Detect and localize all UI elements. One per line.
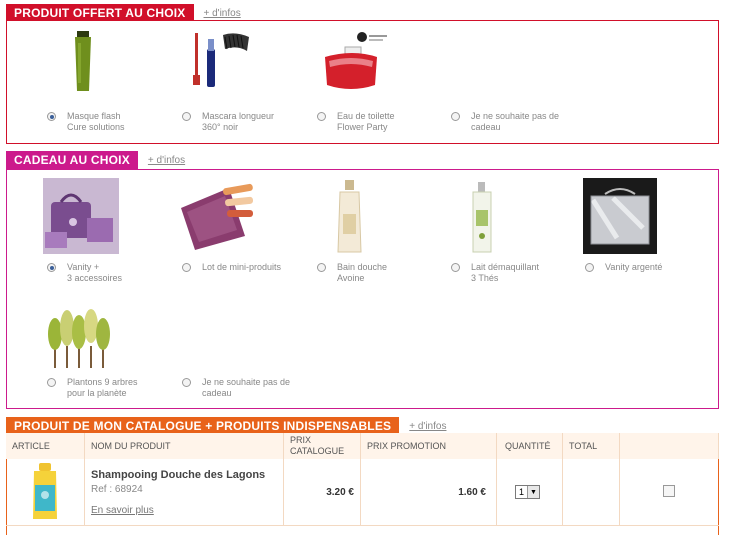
lait-demaquillant-image	[472, 182, 492, 253]
radio-mini-produits[interactable]	[182, 263, 191, 272]
option-label: Je ne souhaite pas de cadeau	[202, 377, 291, 398]
product-name: Shampooing Douche des Lagons	[91, 468, 266, 481]
more-info-link[interactable]: + d'infos	[204, 8, 241, 19]
panel-produit-offert: Masque flash Cure solutions Mascara long…	[6, 20, 719, 144]
option-label: Lait démaquillant 3 Thés	[471, 262, 540, 283]
more-details-link[interactable]: En savoir plus	[91, 505, 154, 516]
col-name: NOM DU PRODUIT	[84, 433, 284, 459]
option-label: Vanity argenté	[605, 262, 663, 272]
col-catalogue-price: PRIX CATALOGUE	[283, 433, 361, 459]
more-info-link[interactable]: + d'infos	[409, 421, 446, 432]
radio-lait-demaquillant[interactable]	[451, 263, 460, 272]
masque-flash-image	[75, 31, 91, 91]
radio-bain-douche[interactable]	[317, 263, 326, 272]
product-name-cell: Shampooing Douche des Lagons Ref : 68924…	[84, 459, 284, 526]
table-header-row: ARTICLE NOM DU PRODUIT PRIX CATALOGUE PR…	[6, 433, 719, 459]
option-label: Mascara longueur 360° noir	[202, 111, 275, 132]
section-title: CADEAU AU CHOIX	[6, 151, 138, 170]
more-info-link[interactable]: + d'infos	[148, 155, 185, 166]
table-row: Shampooing Douche des Lagons Ref : 68924…	[6, 459, 719, 526]
col-promo-price: PRIX PROMOTION	[360, 433, 497, 459]
quantity-value: 1	[519, 487, 525, 497]
radio-arbres[interactable]	[47, 378, 56, 387]
section-header-cadeau: CADEAU AU CHOIX + d'infos	[6, 151, 185, 170]
check-cell	[619, 459, 719, 526]
col-quantity: QUANTITÉ	[496, 433, 563, 459]
arbres-image	[48, 309, 110, 368]
chevron-down-icon[interactable]: ▼	[527, 486, 540, 498]
quantity-select[interactable]: 1 ▼	[515, 485, 541, 499]
vanity-argente-image	[583, 178, 657, 254]
product-ref: Ref : 68924	[91, 483, 143, 495]
catalogue-table: ARTICLE NOM DU PRODUIT PRIX CATALOGUE PR…	[6, 433, 719, 526]
quantity-cell: 1 ▼	[496, 459, 563, 526]
eau-de-toilette-image	[325, 32, 387, 89]
shampooing-image	[33, 463, 57, 519]
select-checkbox[interactable]	[663, 485, 676, 497]
col-article: ARTICLE	[6, 433, 85, 459]
option-label: Lot de mini-produits	[202, 262, 282, 272]
col-check	[619, 433, 719, 459]
radio-eau-de-toilette[interactable]	[317, 112, 326, 121]
mini-produits-image	[181, 183, 254, 250]
radio-mascara[interactable]	[182, 112, 191, 121]
radio-pas-de-cadeau-2[interactable]	[182, 378, 191, 387]
radio-vanity-argente[interactable]	[585, 263, 594, 272]
bain-douche-image	[337, 180, 362, 253]
panel-cadeau: Vanity + 3 accessoires Lot de mini-produ…	[6, 169, 719, 409]
vanity-image	[43, 178, 119, 254]
catalogue-price-cell: 3.20 €	[283, 459, 361, 526]
promo-price-cell: 1.60 €	[360, 459, 497, 526]
radio-vanity[interactable]	[47, 263, 56, 272]
option-label: Bain douche Avoine	[337, 262, 388, 283]
option-label: Eau de toilette Flower Party	[337, 111, 395, 132]
mascara-image	[193, 33, 249, 87]
article-cell	[6, 459, 85, 526]
col-total: TOTAL	[562, 433, 620, 459]
option-label: Plantons 9 arbres pour la planète	[67, 377, 138, 398]
radio-masque-flash[interactable]	[47, 112, 56, 121]
radio-pas-de-cadeau[interactable]	[451, 112, 460, 121]
total-cell	[562, 459, 620, 526]
option-label: Je ne souhaite pas de cadeau	[471, 111, 560, 132]
option-label: Masque flash Cure solutions	[67, 111, 125, 132]
option-label: Vanity + 3 accessoires	[67, 262, 123, 283]
